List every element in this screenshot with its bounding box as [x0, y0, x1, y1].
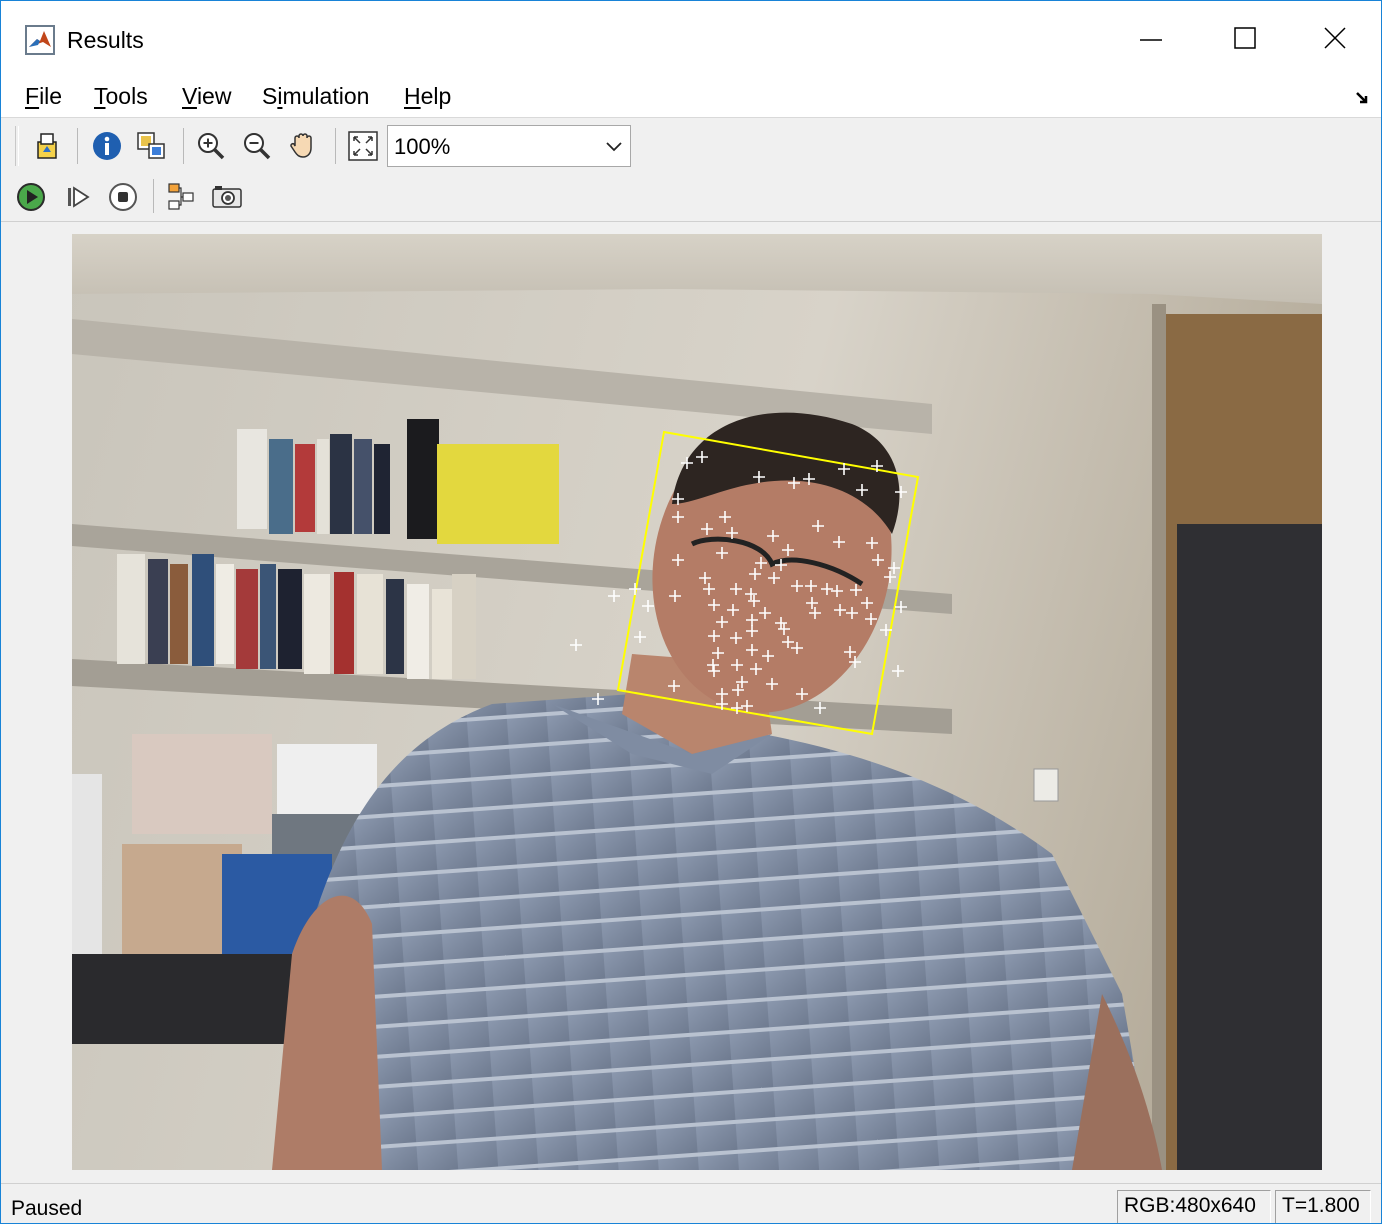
status-time: T=1.800: [1275, 1190, 1371, 1223]
video-frame: [72, 234, 1322, 1170]
simulation-toolbar: [1, 175, 1381, 221]
video-display-area[interactable]: [1, 221, 1381, 1182]
toolbar-grip[interactable]: [15, 126, 19, 166]
menu-view-mnemonic: V: [182, 83, 197, 109]
status-state: Paused: [11, 1197, 83, 1220]
info-icon[interactable]: [91, 130, 123, 162]
menu-view[interactable]: View: [182, 81, 231, 111]
toolbar-separator: [183, 128, 184, 164]
light-switch: [1033, 768, 1059, 802]
zoom-in-icon[interactable]: [195, 130, 227, 162]
toolbar-separator: [153, 179, 154, 213]
menu-simulation-label: mulation: [282, 83, 370, 109]
menu-simulation-prefix: S: [262, 83, 278, 109]
menu-bar: File Tools View Simulation Help: [1, 75, 1381, 117]
maintain-fit-icon[interactable]: [135, 130, 167, 162]
results-window: Results File Tools View Simulation Help: [0, 0, 1382, 1224]
title-bar[interactable]: Results: [1, 1, 1381, 75]
close-icon: [1324, 27, 1346, 49]
fit-to-window-icon[interactable]: [347, 130, 379, 162]
menu-file-mnemonic: F: [25, 83, 40, 109]
chevron-down-icon: [606, 142, 622, 152]
maximize-button[interactable]: [1199, 1, 1291, 75]
maximize-icon: [1234, 27, 1256, 49]
menu-help-mnemonic: H: [404, 83, 421, 109]
print-to-figure-icon[interactable]: [31, 130, 63, 162]
menu-file-label: ile: [39, 83, 63, 109]
minimize-icon: [1140, 39, 1162, 41]
highlight-model-icon[interactable]: [165, 181, 197, 213]
doorway-inner: [1177, 524, 1322, 1170]
toolbar-separator: [77, 128, 78, 164]
menu-file[interactable]: File: [25, 81, 62, 111]
dock-arrow-icon[interactable]: [1355, 91, 1369, 105]
zoom-out-icon[interactable]: [241, 130, 273, 162]
menu-simulation[interactable]: Simulation: [262, 81, 369, 111]
snapshot-camera-icon[interactable]: [211, 181, 243, 213]
run-icon[interactable]: [15, 181, 47, 213]
menu-view-label: iew: [196, 83, 232, 109]
zoom-level-value: 100%: [394, 134, 451, 159]
menu-tools-label: ools: [105, 83, 148, 109]
stop-icon[interactable]: [107, 181, 139, 213]
matlab-app-icon: [25, 25, 55, 55]
main-toolbar: 100%: [1, 117, 1381, 176]
menu-help-label: elp: [420, 83, 452, 109]
toolbar-separator: [335, 128, 336, 164]
menu-tools[interactable]: Tools: [94, 81, 148, 111]
menu-tools-mnemonic: T: [94, 83, 106, 109]
status-dimensions: RGB:480x640: [1117, 1190, 1271, 1223]
window-title: Results: [67, 27, 144, 53]
zoom-level-select[interactable]: 100%: [387, 125, 631, 167]
door-frame: [1152, 304, 1166, 1170]
menu-help[interactable]: Help: [404, 81, 451, 111]
close-button[interactable]: [1289, 1, 1381, 75]
step-forward-icon[interactable]: [63, 181, 95, 213]
pan-hand-icon[interactable]: [287, 128, 319, 160]
minimize-button[interactable]: [1105, 1, 1197, 75]
status-bar: Paused RGB:480x640 T=1.800: [1, 1183, 1381, 1223]
